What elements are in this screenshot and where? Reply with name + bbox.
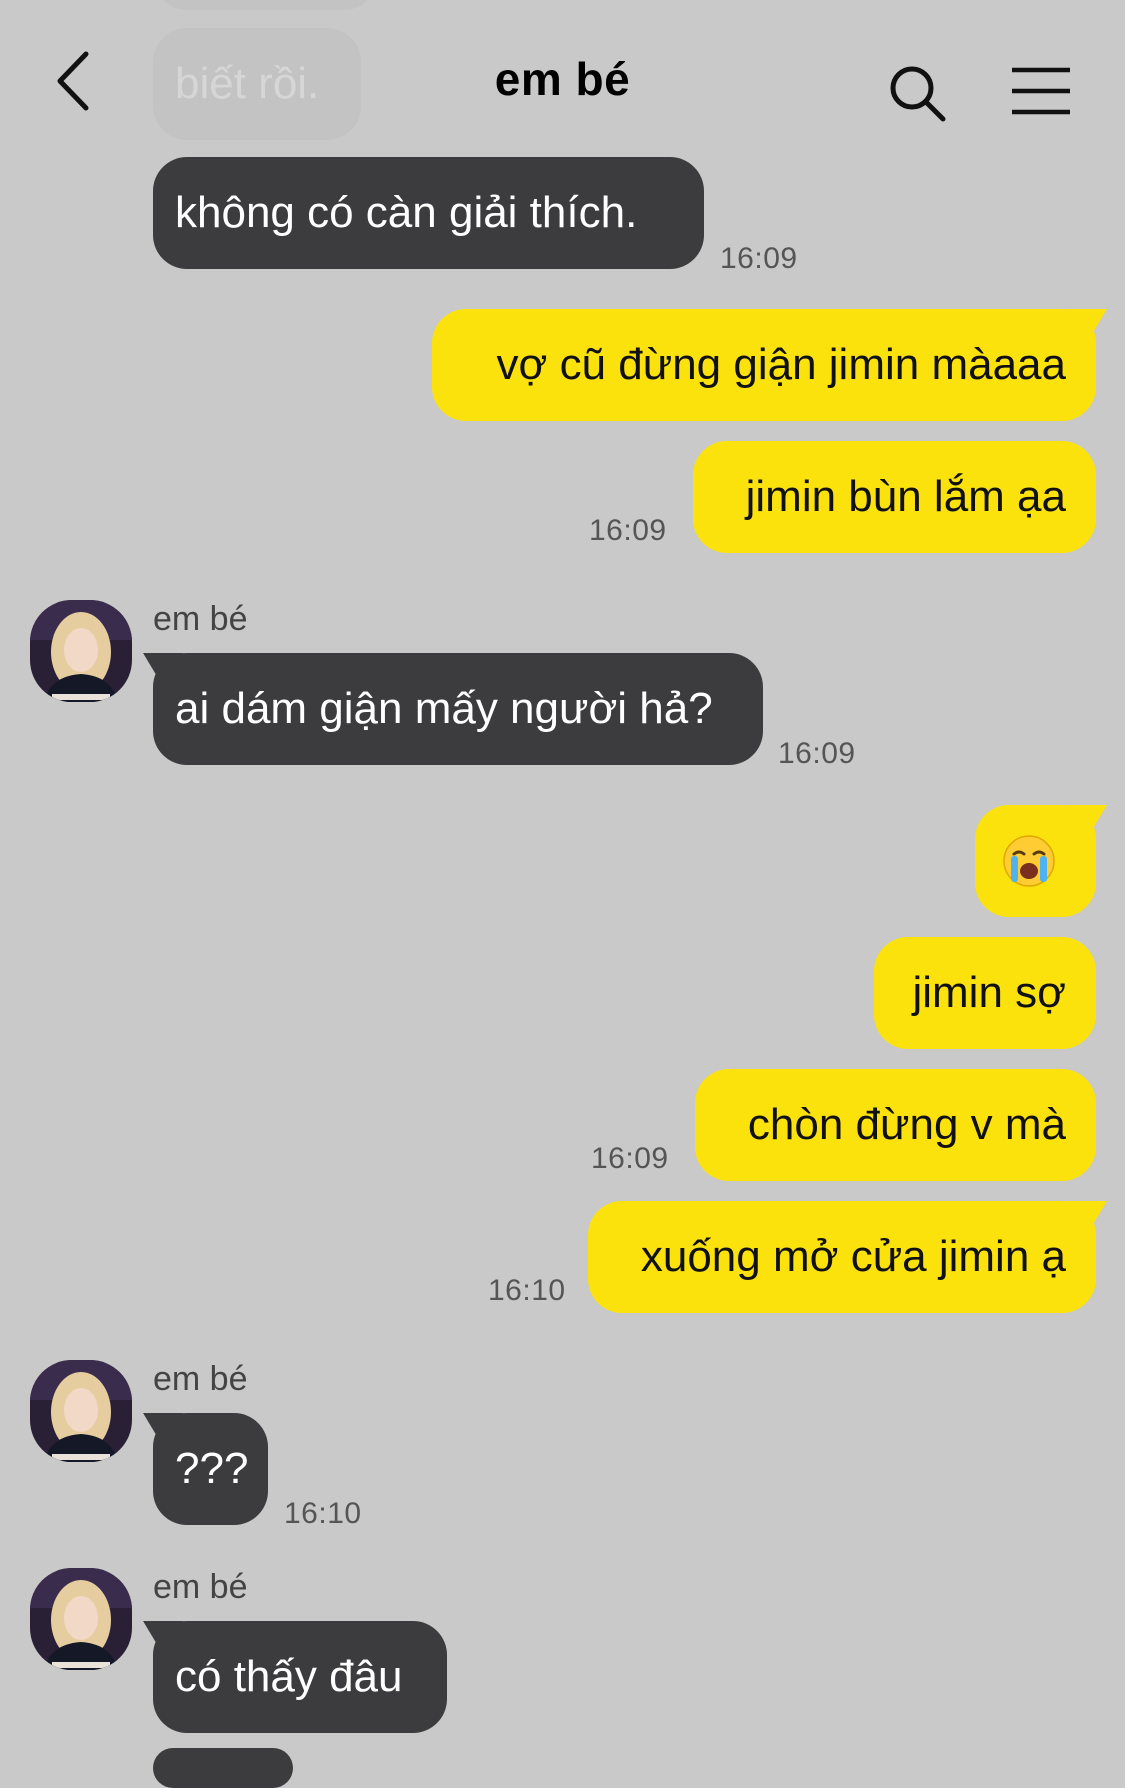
message-timestamp: 16:10 [284, 1497, 362, 1530]
message-timestamp: 16:09 [589, 514, 667, 547]
message-bubble[interactable]: xuống mở cửa jimin ạ [588, 1201, 1107, 1313]
message-timestamp: 16:10 [488, 1274, 566, 1307]
message-timestamp: 16:09 [720, 242, 798, 275]
message-text: jimin sợ [912, 968, 1066, 1017]
message-text: jimin bùn lắm ạa [745, 472, 1066, 521]
message-bubble[interactable] [975, 805, 1107, 917]
bubble-tail [1067, 309, 1107, 339]
sender-name: em bé [153, 1360, 248, 1398]
sender-name: em bé [153, 1568, 248, 1606]
partial-message-bubble [153, 1748, 293, 1788]
message-bubble[interactable]: biết rồi. [153, 28, 361, 140]
bubble-tail [1067, 1201, 1107, 1231]
bubble-tail [143, 1621, 183, 1651]
message-bubble[interactable]: chòn đừng v mà [695, 1069, 1096, 1181]
message-bubble[interactable]: có thấy đâu [143, 1621, 447, 1733]
message-text: vợ cũ đừng giận jimin màaaa [496, 340, 1067, 389]
avatar[interactable] [30, 1568, 132, 1670]
message-text: chòn đừng v mà [747, 1100, 1066, 1149]
message-text: có thấy đâu [175, 1652, 403, 1701]
search-icon[interactable] [888, 64, 948, 124]
message-text: ai dám giận mấy người hả? [175, 684, 713, 733]
sender-name: em bé [153, 600, 248, 638]
partial-message-bubble [153, 0, 378, 10]
message-text: biết rồi. [175, 59, 320, 108]
message-timestamp: 16:09 [778, 737, 856, 770]
avatar[interactable] [30, 600, 132, 702]
message-text: không có càn giải thích. [175, 188, 638, 237]
message-bubble[interactable]: không có càn giải thích. [153, 157, 704, 269]
message-bubble[interactable]: ai dám giận mấy người hả? [143, 653, 763, 765]
bubble-tail [143, 653, 183, 683]
message-bubble[interactable]: vợ cũ đừng giận jimin màaaa [432, 309, 1107, 421]
message-text: xuống mở cửa jimin ạ [640, 1232, 1066, 1281]
bubble-tail [143, 1413, 183, 1443]
menu-icon[interactable] [1010, 66, 1072, 116]
message-bubble[interactable]: jimin sợ [874, 937, 1096, 1049]
avatar[interactable] [30, 1360, 132, 1462]
message-text: ??? [175, 1444, 249, 1493]
message-bubble[interactable]: ??? [143, 1413, 268, 1525]
crying-face-icon [1002, 835, 1055, 887]
message-bubble[interactable]: jimin bùn lắm ạa [693, 441, 1096, 553]
message-timestamp: 16:09 [591, 1142, 669, 1175]
bubble-tail [1067, 805, 1107, 835]
